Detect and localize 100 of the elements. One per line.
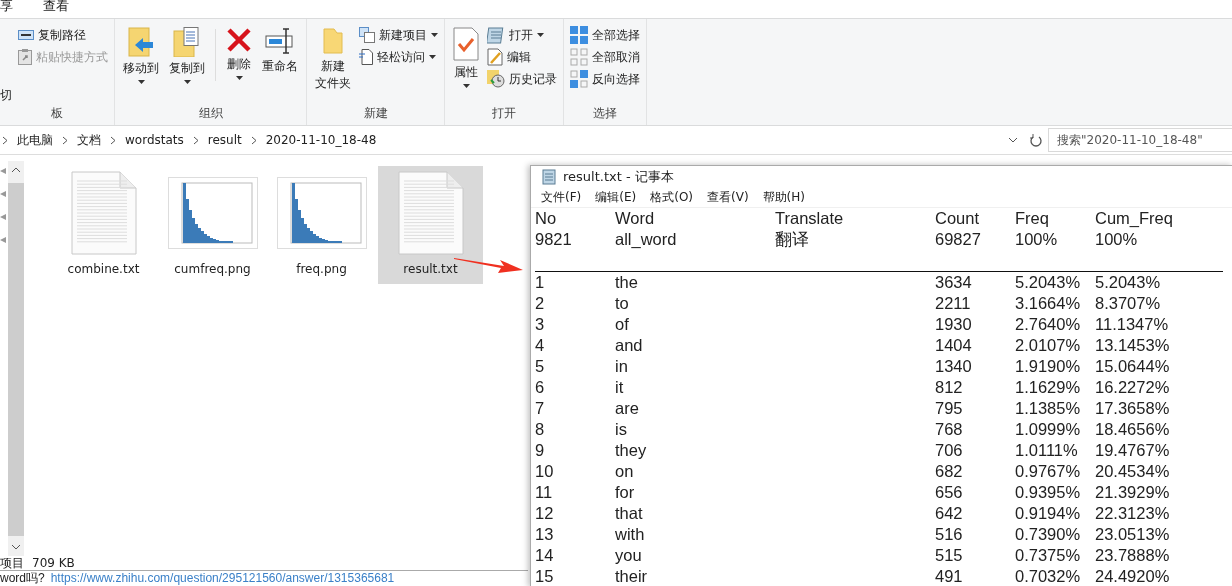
menu-item[interactable]: 查看(V) xyxy=(703,189,753,207)
caret-icon xyxy=(429,55,436,59)
text-cell-text: 1340 xyxy=(935,356,973,377)
ribbon-button[interactable]: 编辑 xyxy=(487,48,557,66)
text-cell-text: 2.7640% xyxy=(1015,314,1082,335)
ribbon-button[interactable]: 全部选择 xyxy=(570,26,640,44)
file-name: cumfreq.png xyxy=(174,261,251,278)
text-cell-text: 0.7390% xyxy=(1015,524,1082,545)
text-cell-text: Translate xyxy=(775,208,845,229)
text-cell-text: 7 xyxy=(535,398,546,419)
text-cell-text: 656 xyxy=(935,482,964,503)
text-cell-text: 516 xyxy=(935,524,964,545)
ribbon-button[interactable]: 复制到 xyxy=(167,25,207,105)
text-cell-text: 16.2272% xyxy=(1095,377,1171,398)
folder-icon xyxy=(322,27,344,55)
chevron-icon xyxy=(250,135,257,145)
ribbon-tab[interactable]: 查看 xyxy=(43,0,69,15)
ribbon-button[interactable]: 新建项目 xyxy=(359,26,438,44)
text-cell-text: 1404 xyxy=(935,335,973,356)
text-cell-text: 0.9194% xyxy=(1015,503,1082,524)
search-field[interactable]: 搜索"2020-11-10_18-48" xyxy=(1048,128,1232,152)
file-name: combine.txt xyxy=(67,261,140,278)
text-cell-text: 1.0111% xyxy=(1015,440,1079,461)
text-cell-text: No xyxy=(535,208,558,229)
menu-item[interactable]: 编辑(E) xyxy=(591,189,641,207)
text-cell-text: is xyxy=(615,419,628,440)
text-cell-text: 15 xyxy=(535,566,555,586)
text-cell-text: 100% xyxy=(1015,229,1059,250)
text-cell-text: you xyxy=(615,545,643,566)
text-cell-text: 5 xyxy=(535,356,546,377)
text-cell-text: 5.2043% xyxy=(1095,272,1162,293)
text-cell-text: and xyxy=(615,335,644,356)
close-icon xyxy=(226,27,252,53)
text-cell-text: 682 xyxy=(935,461,964,482)
text-cell-text: 20.4534% xyxy=(1095,461,1171,482)
dropdown-icon xyxy=(1008,137,1018,143)
text-cell-text: 515 xyxy=(935,545,964,566)
rename-icon xyxy=(265,27,295,55)
text-cell-text: 8.3707% xyxy=(1095,293,1162,314)
text-cell-text: 3.1664% xyxy=(1015,293,1082,314)
notepad-icon xyxy=(541,169,557,186)
menu-item[interactable]: 帮助(H) xyxy=(758,189,809,207)
breadcrumb-item[interactable]: wordstats xyxy=(125,133,184,147)
ribbon-button[interactable]: 打开 xyxy=(487,26,557,44)
file-item[interactable]: cumfreq.png xyxy=(160,166,265,284)
breadcrumb-item[interactable]: 此电脑 xyxy=(17,131,53,149)
text-cell-text: 1 xyxy=(535,272,546,293)
text-cell-text: 0.7375% xyxy=(1015,545,1082,566)
ribbon-button[interactable]: 复制路径 xyxy=(18,26,108,44)
text-cell-text: all_word xyxy=(615,229,678,250)
ribbon-button[interactable]: 反向选择 xyxy=(570,70,640,88)
chevron-icon xyxy=(2,135,8,145)
caret-icon xyxy=(137,80,145,84)
ribbon-button[interactable]: 历史记录 xyxy=(487,70,557,88)
text-cell-text: they xyxy=(615,440,648,461)
ribbon-label: 切 xyxy=(0,87,12,104)
text-cell-text: to xyxy=(615,293,630,314)
menu-item[interactable]: 文件(F) xyxy=(537,189,586,207)
text-cell-text: of xyxy=(615,314,630,335)
document-icon xyxy=(359,49,373,65)
text-cell-text: 100% xyxy=(1095,229,1139,250)
status-text: 项目 xyxy=(0,554,24,572)
caret-icon xyxy=(431,33,438,37)
ribbon-button[interactable]: 轻松访问 xyxy=(359,48,438,66)
menu-item[interactable]: 格式(O) xyxy=(646,189,698,207)
ribbon-button[interactable]: 删除 xyxy=(224,25,254,105)
status-text: 709 KB xyxy=(32,556,75,570)
breadcrumb-item[interactable]: 文档 xyxy=(77,131,101,149)
breadcrumb-item[interactable]: result xyxy=(207,133,242,147)
ribbon-button[interactable]: 移动到 xyxy=(121,25,161,105)
file-item[interactable]: result.txt xyxy=(378,166,483,284)
text-cell-text: 1.1385% xyxy=(1015,398,1082,419)
edit-icon xyxy=(487,48,503,66)
ribbon-button[interactable]: 属性 xyxy=(451,25,481,105)
file-item[interactable]: combine.txt xyxy=(51,166,156,284)
text-cell-text: for xyxy=(615,482,636,503)
text-cell-text: 21.3929% xyxy=(1095,482,1171,503)
text-cell-text: on xyxy=(615,461,635,482)
text-file-icon xyxy=(70,171,137,255)
group-label: 组织 xyxy=(197,105,224,122)
text-cell-text: 2 xyxy=(535,293,546,314)
text-cell-text: 24.4920% xyxy=(1095,566,1171,586)
scroll-down-icon xyxy=(11,544,21,550)
folder-arrow-icon xyxy=(127,27,155,57)
ribbon-button[interactable]: 重命名 xyxy=(260,25,300,105)
text-cell-text: their xyxy=(615,566,649,586)
text-cell-text: 13 xyxy=(535,524,555,545)
breadcrumb-item[interactable]: 2020-11-10_18-48 xyxy=(265,133,377,147)
invert-selection-icon xyxy=(570,70,588,88)
clipboard-icon xyxy=(18,49,32,65)
file-item[interactable]: freq.png xyxy=(269,166,374,284)
text-cell-text: in xyxy=(615,356,629,377)
text-cell-text: 5.2043% xyxy=(1015,272,1082,293)
text-cell-text: 翻译 xyxy=(775,229,810,250)
text-cell-text: 3 xyxy=(535,314,546,335)
text-cell-text: 69827 xyxy=(935,229,982,250)
text-cell-text: it xyxy=(615,377,625,398)
ribbon-button[interactable]: 全部取消 xyxy=(570,48,640,66)
ribbon-button[interactable]: 新建文件夹 xyxy=(313,25,353,105)
link[interactable]: https://www.zhihu.com/question/295121560/answer/1315365681 xyxy=(50,571,395,585)
